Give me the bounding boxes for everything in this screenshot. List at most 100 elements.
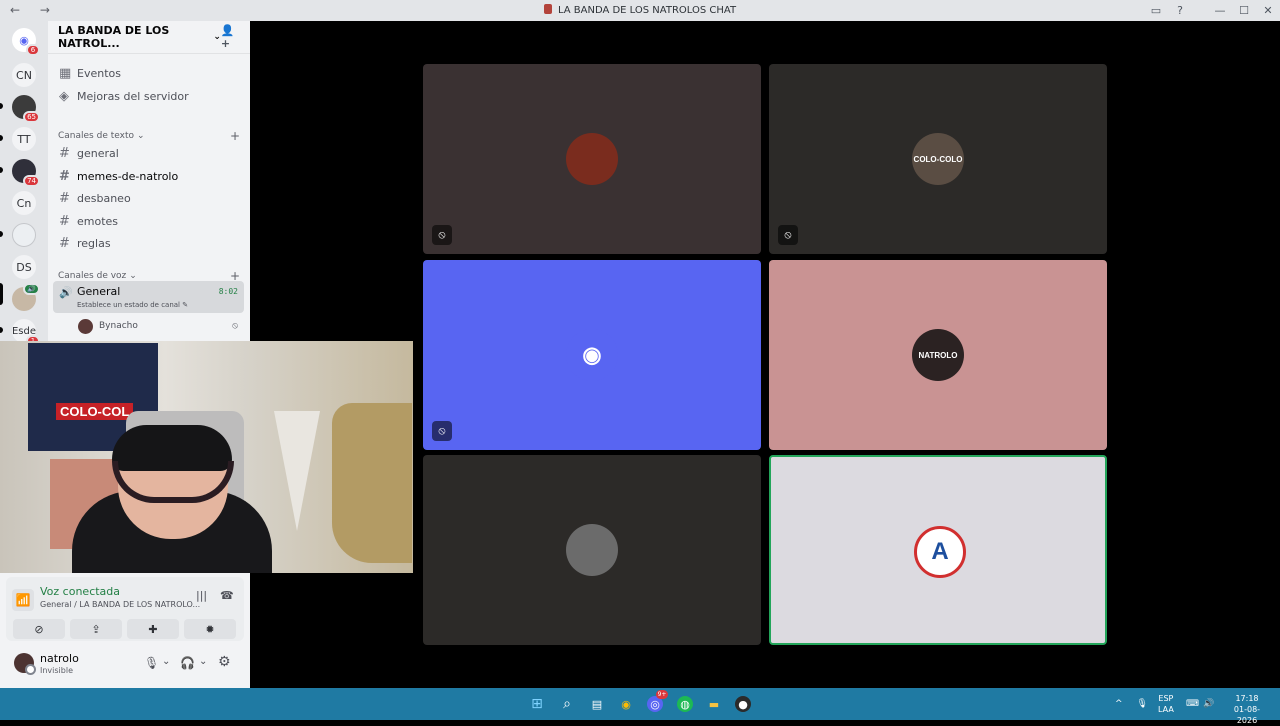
server-label: TT xyxy=(17,132,31,146)
sidebar-item-label: Eventos xyxy=(77,66,121,80)
task-view-icon[interactable]: ▤ xyxy=(589,696,605,712)
chevron-down-icon[interactable]: ⌄ xyxy=(199,656,207,667)
unread-pill xyxy=(0,135,3,141)
windows-start-icon[interactable]: ⊞ xyxy=(529,696,545,712)
server-name: LA BANDA DE LOS NATROL... xyxy=(58,24,170,50)
video-tile[interactable] xyxy=(423,455,761,645)
video-tile[interactable]: ⦸ xyxy=(423,64,761,254)
avatar[interactable] xyxy=(14,653,36,675)
unread-pill xyxy=(0,167,3,173)
server-ds[interactable]: DS xyxy=(12,255,36,279)
video-grid: ⦸ COLO-COLO ⦸ ◉ ⦸ NATROLO A xyxy=(423,64,1107,645)
user-status: Invisible xyxy=(40,666,73,675)
clock[interactable]: 17:18 01-08-2026 xyxy=(1224,693,1270,726)
server-icon xyxy=(543,4,552,14)
server-list: ◉6 CN 65 TT 74 Cn DS 🔊 Esde1 xyxy=(0,21,48,347)
keyboard-layout: LAA xyxy=(1158,705,1174,714)
server-cn2[interactable]: Cn xyxy=(12,191,36,215)
boost-icon: ◈ xyxy=(59,88,69,104)
inbox-icon[interactable]: ▭ xyxy=(1144,4,1168,17)
channel-desbaneo[interactable]: # desbaneo xyxy=(56,188,242,208)
video-tile[interactable]: NATROLO xyxy=(769,260,1107,450)
channel-emotes[interactable]: # emotes xyxy=(56,211,242,231)
video-tile[interactable]: COLO-COLO ⦸ xyxy=(769,64,1107,254)
hash-icon: # xyxy=(59,235,70,251)
tray-icons: ⌨ 🔊 xyxy=(1186,688,1214,720)
headphone-icon[interactable]: 🎧 xyxy=(180,656,195,670)
add-channel-button[interactable]: + xyxy=(230,129,240,143)
maximize-button[interactable]: ☐ xyxy=(1232,4,1256,17)
screen-share-icon: ⇪ xyxy=(91,622,101,636)
flag-text: COLO-COL xyxy=(56,403,134,420)
network-icon[interactable]: ⌨ xyxy=(1186,699,1199,709)
disconnect-icon[interactable]: ☎ xyxy=(220,589,234,602)
speaker-icon: 🔊 xyxy=(59,286,73,299)
channel-status[interactable]: Establece un estado de canal ✎ xyxy=(77,301,188,309)
mute-icon: ⦸ xyxy=(432,421,452,441)
sidebar-item-label: Mejoras del servidor xyxy=(77,89,189,103)
discord-badge: 9+ xyxy=(656,690,668,699)
server-avatar-4[interactable]: 🔊 xyxy=(12,283,40,311)
camera-button[interactable]: ⊘ xyxy=(13,619,65,639)
activities-button[interactable]: ✚ xyxy=(127,619,179,639)
voice-member[interactable]: Bynacho ⦸ xyxy=(78,317,238,335)
channel-sidebar: LA BANDA DE LOS NATROL... ⌄ 👤+ ▦ Eventos… xyxy=(48,21,250,341)
discord-home-icon[interactable]: ◉ 6 xyxy=(12,28,40,56)
voice-channel-name: General xyxy=(77,285,121,298)
invite-icon[interactable]: 👤+ xyxy=(221,24,240,50)
server-label: Cn xyxy=(16,196,32,210)
window-title: LA BANDA DE LOS NATROLOS CHAT xyxy=(0,4,1280,16)
voice-subtitle[interactable]: General / LA BANDA DE LOS NATROLO... xyxy=(40,600,200,609)
tray-chevron-icon[interactable]: ^ xyxy=(1115,699,1123,709)
chevron-down-icon[interactable]: ⌄ xyxy=(162,656,170,667)
mic-icon[interactable]: 🎙 xyxy=(144,656,159,670)
help-icon[interactable]: ? xyxy=(1168,4,1192,17)
camera-off-icon: ⊘ xyxy=(34,622,44,636)
noise-suppression-icon[interactable]: ||| xyxy=(196,589,207,602)
hash-icon: # xyxy=(59,213,70,229)
category-text[interactable]: Canales de texto ⌄ + xyxy=(58,129,240,143)
server-header[interactable]: LA BANDA DE LOS NATROL... ⌄ 👤+ xyxy=(48,21,250,54)
screen-share-button[interactable]: ⇪ xyxy=(70,619,122,639)
server-avatar-2[interactable]: 74 xyxy=(12,159,40,187)
language-indicator[interactable]: ESP LAA xyxy=(1158,693,1174,715)
soundboard-button[interactable]: ✹ xyxy=(184,619,236,639)
close-button[interactable]: ✕ xyxy=(1256,4,1280,17)
server-avatar-1[interactable]: 65 xyxy=(12,95,40,123)
server-avatar-3[interactable] xyxy=(12,223,36,247)
signal-icon[interactable]: 📶 xyxy=(12,589,34,611)
category-label: Canales de voz xyxy=(58,271,127,281)
window-titlebar: ← → LA BANDA DE LOS NATROLOS CHAT ▭ ? — … xyxy=(0,0,1280,21)
channel-general[interactable]: # general xyxy=(56,143,242,163)
file-explorer-icon[interactable]: ▬ xyxy=(706,696,722,712)
hash-icon: # xyxy=(59,145,70,161)
voice-channel-general[interactable]: 🔊 General Establece un estado de canal ✎… xyxy=(53,281,244,313)
gear-icon[interactable]: ⚙ xyxy=(218,654,231,670)
channel-reglas[interactable]: # reglas xyxy=(56,233,242,253)
username[interactable]: natrolo xyxy=(40,652,79,665)
channel-memes[interactable]: # memes-de-natrolo xyxy=(56,166,242,186)
server-tt[interactable]: TT xyxy=(12,127,36,151)
unread-pill xyxy=(0,327,3,333)
sidebar-item-boosts[interactable]: ◈ Mejoras del servidor xyxy=(56,86,242,106)
minimize-button[interactable]: — xyxy=(1208,4,1232,17)
server-esde[interactable]: Esde1 xyxy=(12,319,40,347)
soundboard-icon: ✹ xyxy=(205,622,215,636)
search-icon[interactable]: ⌕ xyxy=(559,696,575,712)
server-cn[interactable]: CN xyxy=(12,63,36,87)
obs-icon[interactable]: ● xyxy=(735,696,751,712)
mic-tray-icon[interactable]: 🎙 xyxy=(1137,699,1148,709)
volume-icon[interactable]: 🔊 xyxy=(1203,699,1214,709)
chevron-down-icon: ⌄ xyxy=(137,131,145,141)
user-panel: 📶 Voz conectada General / LA BANDA DE LO… xyxy=(0,573,250,688)
category-label: Canales de texto xyxy=(58,131,134,141)
badge: 6 xyxy=(26,44,40,56)
sidebar-item-events[interactable]: ▦ Eventos xyxy=(56,63,242,83)
spotify-icon[interactable]: ◍ xyxy=(677,696,693,712)
system-tray: ^ 🎙 xyxy=(1115,688,1148,720)
unread-pill xyxy=(0,103,3,109)
chrome-icon[interactable]: ◉ xyxy=(618,696,634,712)
activities-icon: ✚ xyxy=(148,622,158,636)
video-tile-speaking[interactable]: A xyxy=(769,455,1107,645)
video-tile[interactable]: ◉ ⦸ xyxy=(423,260,761,450)
